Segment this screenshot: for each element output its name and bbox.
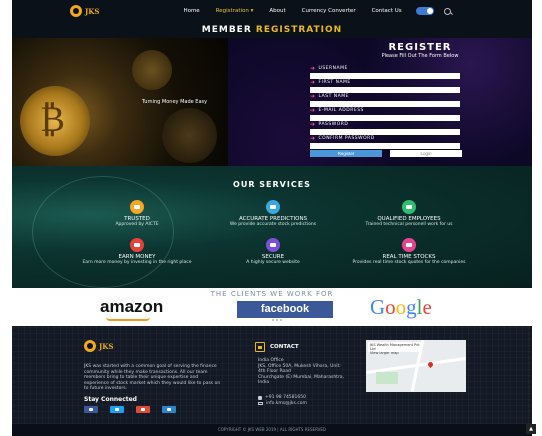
contact-label: CONTACT: [270, 344, 299, 350]
contact-icon: [255, 342, 265, 352]
title-part-member: MEMBER: [201, 25, 252, 35]
service-trusted: TRUSTED Approved by AICTE: [72, 200, 202, 227]
search-icon[interactable]: [443, 7, 451, 15]
confirm-password-input[interactable]: [310, 143, 460, 149]
clients-section: THE CLIENTS WE WORK FOR amazon facebook …: [12, 288, 532, 326]
service-desc: A highly secure website: [246, 260, 300, 265]
arrow-icon: ➜: [310, 135, 316, 142]
chart-icon: [266, 200, 280, 214]
service-qualified-employees: QUALIFIED EMPLOYEES Trained technical pe…: [344, 200, 474, 227]
amazon-logo: amazon: [100, 297, 164, 321]
service-accurate-predictions: ACCURATE PREDICTIONS We provide accurate…: [208, 200, 338, 227]
form-heading: REGISTER Please Fill Out The Form Below: [228, 42, 532, 59]
map-park: [376, 372, 398, 384]
logo-icon: [70, 5, 82, 17]
google-plus-icon[interactable]: [136, 406, 150, 413]
arrow-icon: ➜: [310, 65, 316, 72]
about-text: JKS was started with a common goal of se…: [84, 364, 221, 391]
email-address[interactable]: info.kms@jks.com: [266, 401, 307, 406]
theme-toggle[interactable]: [415, 7, 434, 15]
nav-about[interactable]: About: [261, 8, 293, 14]
main-menu: Home Registration ▾ About Currency Conve…: [175, 7, 451, 15]
facebook-icon[interactable]: [84, 406, 98, 413]
amazon-logo-text: amazon: [100, 297, 164, 316]
arrow-icon: ➜: [310, 107, 316, 114]
service-desc: Trained technical personell work for us: [365, 222, 453, 227]
footer-logo-text: JKS: [99, 341, 114, 351]
registration-section: Turning Money Made Easy REGISTER Please …: [12, 38, 532, 166]
services-section: OUR SERVICES TRUSTED Approved by AICTE A…: [12, 166, 532, 288]
register-form: REGISTER Please Fill Out The Form Below …: [228, 38, 532, 166]
form-title: REGISTER: [388, 42, 452, 53]
site-logo[interactable]: JKS: [70, 5, 99, 17]
amazon-smile-icon: [106, 317, 150, 321]
username-label: USERNAME: [318, 66, 348, 71]
nav-contact-us[interactable]: Contact Us: [364, 8, 410, 14]
title-part-registration: REGISTRATION: [255, 25, 343, 35]
envelope-icon: [258, 401, 263, 406]
phone-icon: [258, 395, 262, 400]
social-links: [84, 406, 176, 413]
page-title: MEMBER REGISTRATION: [12, 22, 532, 38]
service-desc: Approved by AICTE: [115, 222, 159, 227]
logo-icon: [84, 340, 96, 352]
id-card-icon: [402, 200, 416, 214]
thumbs-up-icon: [130, 200, 144, 214]
arrow-icon: ➜: [310, 121, 316, 128]
services-title: OUR SERVICES: [233, 180, 311, 189]
top-navbar: JKS Home Registration ▾ About Currency C…: [12, 0, 532, 22]
service-desc: Provides real time stock quotes for the …: [352, 260, 466, 265]
twitter-icon[interactable]: [110, 406, 124, 413]
nav-currency-converter[interactable]: Currency Converter: [294, 8, 364, 14]
confirm-password-label: CONFIRM PASSWORD: [318, 136, 375, 141]
office-address: India Office JKS, Office 50A, Mukesh Vih…: [258, 358, 344, 385]
map-info-card[interactable]: JKS Wealth Management Pvt Ltd View large…: [368, 342, 422, 355]
map-pin-icon[interactable]: [426, 360, 435, 369]
last-name-label: LAST NAME: [318, 94, 349, 99]
stay-connected-heading: Stay Connected: [84, 396, 137, 403]
bitcoin-image: Turning Money Made Easy: [12, 38, 228, 166]
coin-caption: Turning Money Made Easy: [142, 99, 208, 105]
register-button[interactable]: Register: [310, 150, 382, 157]
service-earn-money: EARN MONEY Earn more money by investing …: [72, 238, 202, 265]
nav-registration[interactable]: Registration ▾: [208, 8, 262, 14]
email-row: info.kms@jks.com: [258, 401, 307, 406]
shield-icon: [266, 238, 280, 252]
contact-heading: CONTACT: [255, 342, 299, 352]
registration-banner: MEMBER REGISTRATION: [12, 22, 532, 38]
service-desc: We provide accurate stock predictions: [229, 222, 317, 227]
footer-logo[interactable]: JKS: [84, 340, 113, 352]
service-desc: Earn more money by investing in the righ…: [82, 260, 192, 265]
footer: JKS JKS was started with a common goal o…: [12, 326, 532, 424]
coin-decoration: [162, 108, 217, 163]
arrow-icon: ➜: [310, 79, 316, 86]
service-secure: SECURE A highly secure website: [208, 238, 338, 265]
logo-text: JKS: [85, 6, 100, 16]
password-label: PASSWORD: [318, 122, 349, 127]
phone-row: +91 98 74581650: [258, 395, 306, 400]
arrow-icon: ➜: [310, 93, 316, 100]
clock-icon: [402, 238, 416, 252]
copyright-bar: COPYRIGHT © JKS WEB 2019 | ALL RIGHTS RE…: [12, 424, 532, 436]
first-name-label: FIRST NAME: [318, 80, 351, 85]
location-map[interactable]: JKS Wealth Management Pvt Ltd View large…: [366, 340, 466, 392]
money-icon: [130, 238, 144, 252]
back-to-top-button[interactable]: ▲: [526, 424, 536, 434]
service-real-time-stocks: REAL TIME STOCKS Provides real time stoc…: [344, 238, 474, 265]
carousel-dots[interactable]: [272, 319, 282, 321]
login-button[interactable]: Login: [390, 150, 462, 157]
email-label: E-MAIL ADDRESS: [318, 108, 364, 113]
clients-title: THE CLIENTS WE WORK FOR: [210, 290, 334, 298]
google-logo: Google: [370, 295, 432, 319]
bitcoin-coin-icon: [20, 86, 90, 156]
coin-decoration: [132, 50, 172, 90]
form-buttons: Register Login: [310, 150, 462, 157]
form-subtitle: Please Fill Out The Form Below: [381, 53, 459, 59]
phone-number[interactable]: +91 98 74581650: [265, 395, 306, 400]
facebook-logo: facebook: [237, 301, 333, 318]
nav-home[interactable]: Home: [175, 8, 207, 14]
mail-icon[interactable]: [162, 406, 176, 413]
